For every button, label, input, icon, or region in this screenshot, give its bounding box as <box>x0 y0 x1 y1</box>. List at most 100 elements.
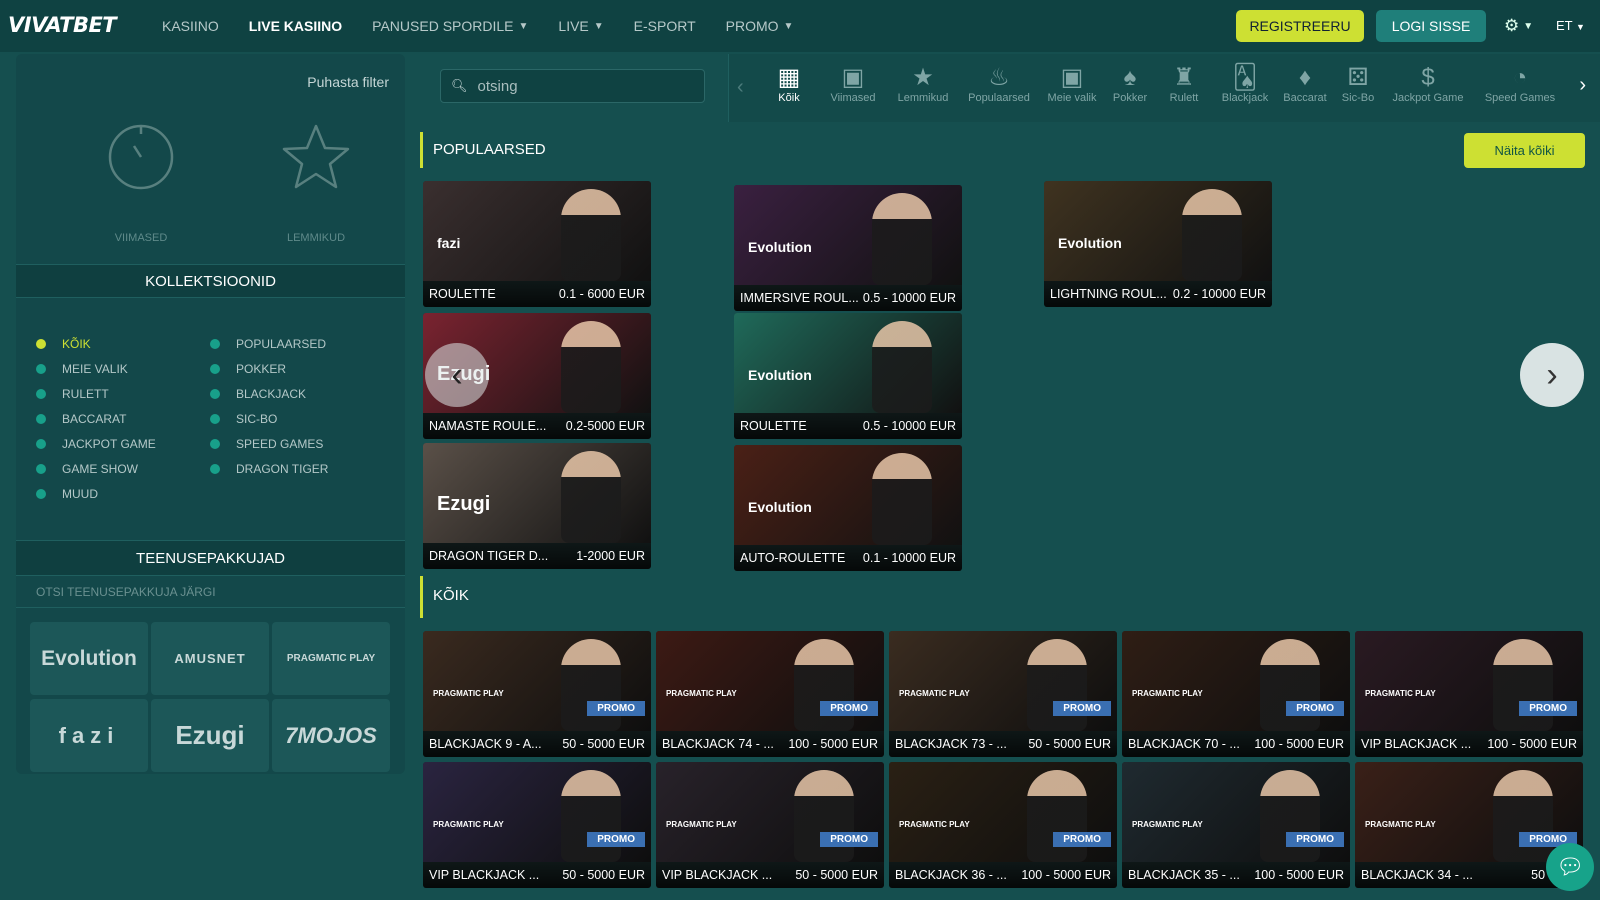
category-viimased[interactable]: ▣ Viimased <box>819 64 887 104</box>
clear-filter-link[interactable]: Puhasta filter <box>307 74 389 90</box>
carousel-next-button[interactable]: › <box>1520 343 1584 407</box>
collection-item[interactable]: BACCARAT <box>36 406 156 431</box>
category-blackjack[interactable]: 🂡 Blackjack <box>1213 64 1277 104</box>
show-all-button[interactable]: Näita kõiki <box>1464 133 1585 168</box>
collection-item[interactable]: POPULAARSED <box>210 331 328 356</box>
game-search-input[interactable]: 🔍︎ otsing <box>440 69 705 103</box>
star-icon <box>282 124 350 189</box>
game-limits: 0.2-5000 EUR <box>565 419 645 433</box>
category-jackpot-game[interactable]: $ Jackpot Game <box>1383 64 1473 104</box>
category-pokker[interactable]: ♠ Pokker <box>1105 64 1155 104</box>
game-caption: ROULETTE 0.5 - 10000 EUR <box>734 413 962 439</box>
dealer-image <box>872 193 932 285</box>
collection-item[interactable]: POKKER <box>210 356 328 381</box>
nav-item-live-kasiino[interactable]: LIVE KASIINO <box>249 18 342 34</box>
game-tile[interactable]: PRAGMATIC PLAY PROMO VIP BLACKJACK ... 100 … <box>1355 631 1583 757</box>
provider-search-input[interactable]: OTSI TEENUSEPAKKUJA JÄRGI <box>16 576 405 608</box>
provider-7mojos[interactable]: 7MOJOS <box>272 699 390 772</box>
collection-item[interactable]: KÕIK <box>36 331 156 356</box>
game-caption: IMMERSIVE ROUL... 0.5 - 10000 EUR <box>734 285 962 311</box>
game-tile[interactable]: fazi ROULETTE 0.1 - 6000 EUR <box>423 181 651 307</box>
collection-label: SIC-BO <box>236 411 278 426</box>
collection-item[interactable]: RULETT <box>36 381 156 406</box>
language-selector[interactable]: ET ▼ <box>1556 18 1585 33</box>
chevron-right-icon[interactable]: › <box>1579 74 1586 97</box>
nav-item-panused-spordile[interactable]: PANUSED SPORDILE ▼ <box>372 18 528 34</box>
category-sic-bo[interactable]: ⚄ Sic-Bo <box>1333 64 1383 104</box>
game-tile[interactable]: PRAGMATIC PLAY PROMO BLACKJACK 36 - ... 100… <box>889 762 1117 888</box>
dealer-image <box>1493 770 1553 862</box>
provider-fazi[interactable]: fazi <box>30 699 148 772</box>
category-label: Speed Games <box>1484 92 1556 104</box>
provider-ezugi[interactable]: Ezugi <box>151 699 269 772</box>
collection-item[interactable]: MEIE VALIK <box>36 356 156 381</box>
collection-label: GAME SHOW <box>62 461 139 476</box>
dealer-image <box>561 321 621 413</box>
game-tile[interactable]: PRAGMATIC PLAY PROMO BLACKJACK 9 - A... 50 … <box>423 631 651 757</box>
game-tile[interactable]: Evolution AUTO-ROULETTE 0.1 - 10000 EUR <box>734 445 962 571</box>
popular-section-title: POPULAARSED <box>420 132 546 168</box>
provider-evolution[interactable]: Evolution <box>30 622 148 695</box>
game-caption: NAMASTE ROULE... 0.2-5000 EUR <box>423 413 651 439</box>
provider-logo: Evolution <box>748 367 812 383</box>
settings-dropdown[interactable]: ⚙ ▼ <box>1504 16 1533 36</box>
login-button[interactable]: LOGI SISSE <box>1376 10 1486 42</box>
nav-item-kasiino[interactable]: KASIINO <box>162 18 219 34</box>
game-limits: 50 - 5000 EUR <box>562 868 645 882</box>
promo-badge: PROMO <box>1053 701 1111 716</box>
game-name: ROULETTE <box>740 419 807 433</box>
chevron-left-icon[interactable]: ‹ <box>737 76 744 99</box>
dice-icon: ⚄ <box>1347 64 1369 91</box>
collection-item[interactable]: MUUD <box>36 481 156 506</box>
collection-label: BLACKJACK <box>236 386 307 401</box>
register-button[interactable]: REGISTREERU <box>1236 10 1364 42</box>
nav-item-e-sport[interactable]: E-SPORT <box>634 18 696 34</box>
dealer-image <box>872 453 932 545</box>
collection-item[interactable]: SPEED GAMES <box>210 431 328 456</box>
collection-label: MEIE VALIK <box>62 361 128 376</box>
collection-item[interactable]: GAME SHOW <box>36 456 156 481</box>
game-tile[interactable]: Ezugi DRAGON TIGER D... 1-2000 EUR <box>423 443 651 569</box>
recent-filter[interactable]: VIIMASED <box>81 122 201 244</box>
search-icon: 🔍︎ <box>451 78 468 93</box>
provider-amusnet[interactable]: AMUSNET <box>151 622 269 695</box>
bullet-dot <box>210 438 220 449</box>
carousel-prev-button[interactable]: ‹ <box>425 343 489 407</box>
game-tile[interactable]: Evolution ROULETTE 0.5 - 10000 EUR <box>734 313 962 439</box>
game-tile[interactable]: PRAGMATIC PLAY PROMO VIP BLACKJACK ... 50 -… <box>656 762 884 888</box>
game-name: BLACKJACK 34 - ... <box>1361 868 1473 882</box>
nav-item-promo[interactable]: PROMO ▼ <box>726 18 794 34</box>
game-tile[interactable]: PRAGMATIC PLAY PROMO VIP BLACKJACK ... 50 -… <box>423 762 651 888</box>
chat-button[interactable]: 💬︎ <box>1546 843 1594 891</box>
game-tile[interactable]: PRAGMATIC PLAY PROMO BLACKJACK 35 - ... 100… <box>1122 762 1350 888</box>
category-baccarat[interactable]: ♦ Baccarat <box>1277 64 1333 104</box>
game-tile[interactable]: Evolution LIGHTNING ROUL... 0.2 - 10000 EU… <box>1044 181 1272 307</box>
game-tile[interactable]: PRAGMATIC PLAY PROMO BLACKJACK 74 - ... 100… <box>656 631 884 757</box>
category-rulett[interactable]: ♜ Rulett <box>1155 64 1213 104</box>
favorites-filter[interactable]: LEMMIKUD <box>256 122 376 244</box>
category-meie-valik[interactable]: ▣ Meie valik <box>1039 64 1105 104</box>
game-name: BLACKJACK 73 - ... <box>895 737 1007 751</box>
category-lemmikud[interactable]: ★ Lemmikud <box>887 64 959 104</box>
collection-item[interactable]: DRAGON TIGER <box>210 456 328 481</box>
game-tile[interactable]: Evolution IMMERSIVE ROUL... 0.5 - 10000 EU… <box>734 185 962 311</box>
vivatbet-logo[interactable]: VIVATBET <box>8 13 117 37</box>
provider-pragmatic-play[interactable]: PRAGMATIC PLAY <box>272 622 390 695</box>
game-caption: BLACKJACK 70 - ... 100 - 5000 EUR <box>1122 731 1350 757</box>
pragmatic-play-logo: PRAGMATIC PLAY <box>899 820 970 829</box>
category-populaarsed[interactable]: ♨ Populaarsed <box>959 64 1039 104</box>
collection-item[interactable]: BLACKJACK <box>210 381 328 406</box>
category-label: Viimased <box>830 92 876 104</box>
category-kõik[interactable]: ▦ Kõik <box>759 64 819 104</box>
game-tile[interactable]: PRAGMATIC PLAY PROMO BLACKJACK 70 - ... 100… <box>1122 631 1350 757</box>
game-name: BLACKJACK 74 - ... <box>662 737 774 751</box>
nav-item-live[interactable]: LIVE ▼ <box>558 18 603 34</box>
game-name: VIP BLACKJACK ... <box>1361 737 1472 751</box>
bullet-dot <box>36 363 46 374</box>
category-speed-games[interactable]: ◔ Speed Games <box>1473 64 1567 104</box>
game-tile[interactable]: PRAGMATIC PLAY PROMO BLACKJACK 73 - ... 50 … <box>889 631 1117 757</box>
collection-item[interactable]: JACKPOT GAME <box>36 431 156 456</box>
collection-item[interactable]: SIC-BO <box>210 406 328 431</box>
provider-logo: Ezugi <box>437 493 491 515</box>
collections-list-left: KÕIK MEIE VALIK RULETT BACCARAT JACKPOT GAME… <box>36 331 156 506</box>
